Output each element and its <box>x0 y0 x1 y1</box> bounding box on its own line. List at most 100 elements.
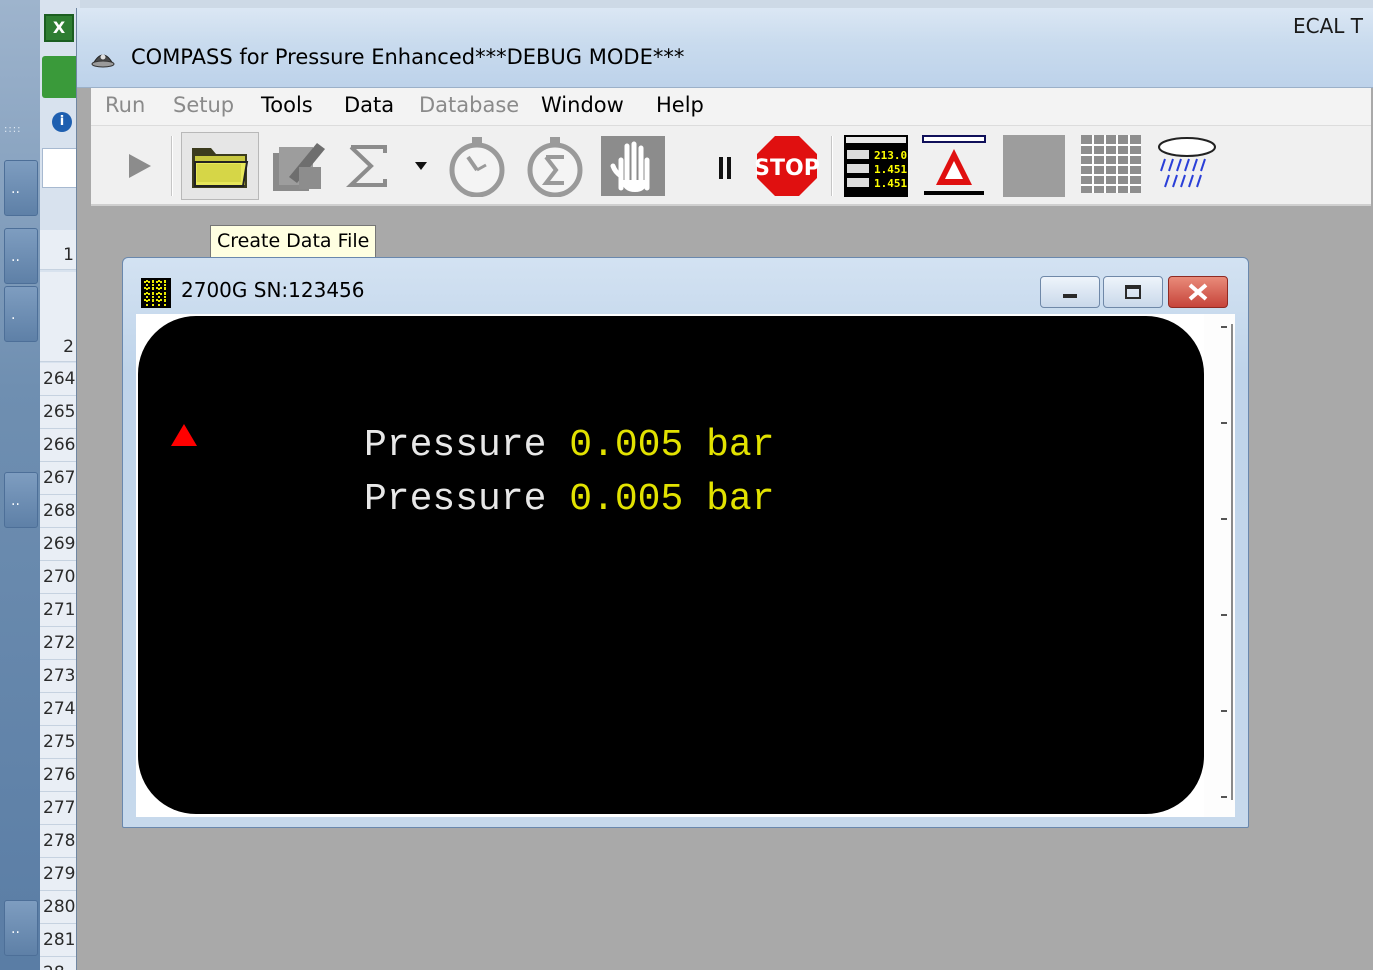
instrument-window: 2700G SN:123456 Pressure 0.005 bar Press… <box>122 257 1249 828</box>
compass-app-window: COMPASS for Pressure Enhanced***DEBUG MO… <box>76 8 1373 970</box>
alarm-indicator-icon <box>171 424 197 446</box>
excel-row-header[interactable]: 280 <box>40 891 80 924</box>
excel-row-header[interactable]: 275 <box>40 726 80 759</box>
readout-icon-value: 1.451 <box>874 163 907 176</box>
desktop: .. .. . .. .. :::: X i 1 2 264 265 266 267 268… <box>0 0 1373 970</box>
grid-button[interactable] <box>1076 132 1146 200</box>
excel-row-header[interactable]: 264 <box>40 363 80 396</box>
background-excel-window: .. .. . .. .. :::: X i 1 2 264 265 266 267 268… <box>0 0 80 970</box>
excel-row-header[interactable]: 268 <box>40 495 80 528</box>
pressure-display: Pressure 0.005 bar Pressure 0.005 bar <box>138 316 1204 814</box>
alarm-triangle-icon <box>922 135 986 195</box>
pressure-reading-row: Pressure 0.005 bar <box>364 424 775 467</box>
reading-label: Pressure <box>364 424 547 467</box>
excel-row-header[interactable]: 266 <box>40 429 80 462</box>
alarm-button[interactable] <box>919 132 989 200</box>
tooltip: Create Data File <box>210 225 377 259</box>
reading-label: Pressure <box>364 478 547 521</box>
menu-data[interactable]: Data <box>344 93 394 117</box>
restore-icon <box>1125 285 1141 299</box>
excel-row-header[interactable]: 265 <box>40 396 80 429</box>
info-icon[interactable]: i <box>52 112 72 132</box>
device-grid-icon <box>141 278 171 308</box>
scrollbar-track[interactable] <box>1231 324 1233 800</box>
excel-row-header[interactable]: 269 <box>40 528 80 561</box>
grid-icon <box>1081 135 1141 193</box>
excel-icon[interactable]: X <box>44 14 74 42</box>
blank-button[interactable] <box>999 132 1069 200</box>
run-button[interactable] <box>119 132 159 200</box>
stop-button[interactable]: STOP <box>753 132 821 200</box>
excel-row-header[interactable]: 278 <box>40 825 80 858</box>
instrument-window-title: 2700G SN:123456 <box>181 278 365 302</box>
excel-row-header[interactable]: 281 <box>40 924 80 957</box>
side-tab[interactable]: .. <box>4 900 38 956</box>
open-folder-icon <box>192 148 249 188</box>
menu-database[interactable]: Database <box>419 93 519 117</box>
stopwatch-sum-icon <box>527 137 583 197</box>
excel-row-header[interactable]: 28 <box>40 957 80 970</box>
menu-help[interactable]: Help <box>656 93 704 117</box>
close-icon <box>1188 283 1208 301</box>
excel-row-header[interactable]: 273 <box>40 660 80 693</box>
excel-row-header[interactable]: 274 <box>40 693 80 726</box>
excel-row-header[interactable]: 267 <box>40 462 80 495</box>
sigma-button[interactable] <box>337 132 397 200</box>
menu-tools[interactable]: Tools <box>261 93 313 117</box>
readout-button[interactable]: 213.0 1.451 1.451 <box>841 132 911 200</box>
excel-formula-box[interactable] <box>42 148 80 188</box>
scroll-tick <box>1221 326 1227 328</box>
app-titlebar: COMPASS for Pressure Enhanced***DEBUG MO… <box>77 8 1373 88</box>
menu-bar: Run Setup Tools Data Database Window Hel… <box>91 88 1371 126</box>
run-play-icon <box>129 154 151 178</box>
scroll-tick <box>1221 518 1227 520</box>
excel-row-header[interactable]: 277 <box>40 792 80 825</box>
side-tab[interactable]: . <box>4 286 38 342</box>
readout-icon-value: 213.0 <box>874 149 907 162</box>
excel-row-header[interactable]: 272 <box>40 627 80 660</box>
timer-button[interactable] <box>441 132 513 200</box>
vertical-scrollbar[interactable] <box>1204 314 1235 817</box>
excel-ribbon-button[interactable] <box>42 56 80 98</box>
excel-row-header[interactable]: 271 <box>40 594 80 627</box>
stop-sign-label: STOP <box>755 156 819 181</box>
minimize-button[interactable] <box>1040 276 1100 308</box>
toolbar-separator <box>171 136 173 196</box>
excel-row-header[interactable]: 276 <box>40 759 80 792</box>
scroll-tick <box>1221 796 1227 798</box>
pressure-reading-row: Pressure 0.005 bar <box>364 478 775 521</box>
excel-row-header[interactable]: 279 <box>40 858 80 891</box>
edit-button[interactable] <box>263 132 333 200</box>
excel-row-header[interactable]: 1 <box>40 230 80 270</box>
background-window-title: ECAL T <box>1293 14 1363 38</box>
excel-side-panel: .. .. . .. .. :::: <box>0 0 40 970</box>
side-tab[interactable]: .. <box>4 160 38 216</box>
timed-sum-button[interactable] <box>519 132 591 200</box>
reading-unit: bar <box>706 424 775 467</box>
restore-button[interactable] <box>1103 276 1163 308</box>
halt-button[interactable] <box>597 132 669 200</box>
reading-value: 0.005 <box>569 478 684 521</box>
pause-button[interactable] <box>711 132 739 200</box>
rain-cloud-icon <box>1158 137 1216 188</box>
sigma-dropdown-button[interactable] <box>411 132 431 200</box>
menu-setup[interactable]: Setup <box>173 93 234 117</box>
create-data-file-button[interactable] <box>181 132 259 200</box>
toolbar-separator <box>831 136 833 196</box>
hand-stop-icon <box>601 136 665 196</box>
dropdown-arrow-icon <box>415 162 427 170</box>
minimize-icon <box>1063 294 1077 298</box>
rain-button[interactable] <box>1151 132 1223 200</box>
excel-row-header[interactable]: 2 <box>40 272 80 362</box>
scroll-tick <box>1221 710 1227 712</box>
side-tab[interactable]: .. <box>4 472 38 528</box>
pause-icon <box>719 157 731 179</box>
reading-unit: bar <box>706 478 775 521</box>
excel-row-header[interactable]: 270 <box>40 561 80 594</box>
scroll-tick <box>1221 614 1227 616</box>
side-tab[interactable]: .. <box>4 228 38 284</box>
stop-sign-icon: STOP <box>755 136 819 196</box>
close-button[interactable] <box>1168 276 1228 308</box>
menu-window[interactable]: Window <box>541 93 624 117</box>
menu-run[interactable]: Run <box>105 93 145 117</box>
